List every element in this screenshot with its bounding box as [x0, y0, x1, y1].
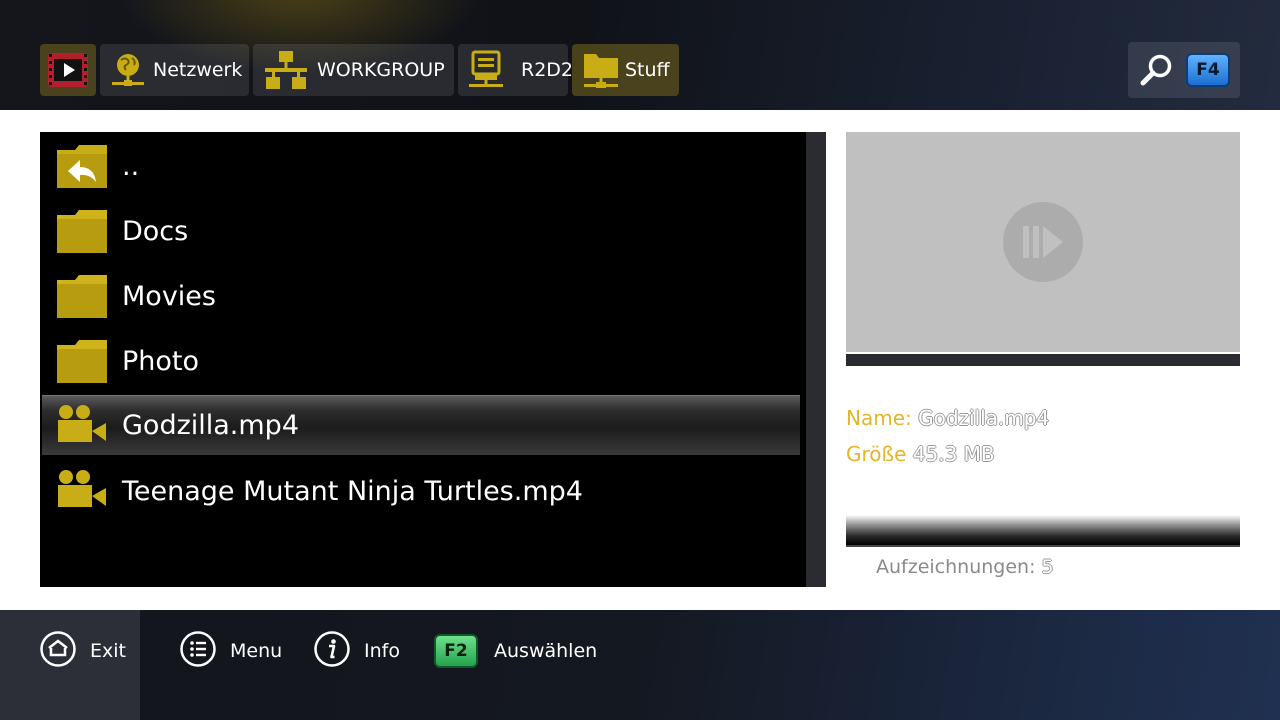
name-info: Name: Godzilla.mp4 [846, 406, 1049, 430]
search-icon [1140, 53, 1174, 91]
folder-icon [56, 274, 108, 318]
computer-icon [468, 50, 504, 90]
top-bar: Netzwerk WORKGROUP R2D2 Stuff F4 [0, 0, 1280, 110]
file-name: Godzilla.mp4 [122, 410, 300, 441]
video-camera-icon [56, 469, 108, 513]
f2-key-badge: F2 [434, 634, 478, 668]
file-name: Photo [122, 345, 200, 377]
breadcrumb-stuff[interactable]: Stuff [572, 44, 679, 96]
info-icon [314, 630, 350, 672]
select-button[interactable]: F2 Auswählen [434, 633, 597, 669]
exit-item: Exit [40, 630, 126, 672]
file-name: Teenage Mutant Ninja Turtles.mp4 [122, 475, 583, 507]
menu-list-icon [180, 630, 216, 672]
folder-icon [56, 209, 108, 253]
breadcrumb-label: Stuff [625, 59, 670, 81]
exit-label: Exit [90, 640, 126, 662]
exit-button[interactable]: Exit [0, 610, 140, 720]
list-item-photo[interactable]: Photo [42, 331, 800, 391]
shared-folder-icon [582, 50, 620, 90]
globe-network-icon [108, 50, 148, 90]
menu-button[interactable]: Menu [180, 630, 283, 672]
menu-label: Menu [230, 640, 283, 662]
size-value: 45.3 MB [912, 442, 995, 466]
film-play-icon [47, 52, 89, 88]
info-button[interactable]: Info [314, 630, 400, 672]
recordings-divider [846, 515, 1240, 547]
size-label: Größe [846, 442, 907, 466]
breadcrumb-r2d2[interactable]: R2D2 [458, 44, 573, 96]
breadcrumb-workgroup[interactable]: WORKGROUP [253, 44, 454, 96]
breadcrumb-netzwerk[interactable]: Netzwerk [100, 44, 249, 96]
recordings-label: Aufzeichnungen: [876, 556, 1036, 578]
size-info: Größe 45.3 MB [846, 442, 995, 466]
preview-progress-bar [846, 354, 1240, 366]
list-item-godzilla[interactable]: Godzilla.mp4 [42, 395, 800, 455]
list-item-docs[interactable]: Docs [42, 201, 800, 261]
list-item-movies[interactable]: Movies [42, 266, 800, 326]
bottom-bar: Exit Menu Info F2 Auswählen [0, 610, 1280, 720]
breadcrumb-label: Netzwerk [153, 59, 243, 81]
name-value: Godzilla.mp4 [918, 406, 1050, 430]
video-preview [846, 132, 1240, 352]
list-scrollbar[interactable] [806, 132, 826, 587]
video-camera-icon [56, 404, 108, 448]
recordings-value: 5 [1041, 556, 1054, 578]
breadcrumb-label: R2D2 [521, 59, 574, 81]
file-name: Movies [122, 280, 216, 312]
play-pause-icon [1003, 202, 1083, 282]
folder-back-icon [56, 144, 108, 188]
info-label: Info [364, 640, 400, 662]
file-list: .. Docs Movies Photo Godzilla.mp4 Teenag… [40, 132, 806, 587]
folder-icon [56, 339, 108, 383]
network-topology-icon [263, 50, 309, 90]
breadcrumb-home[interactable] [40, 44, 96, 96]
name-label: Name: [846, 406, 912, 430]
recordings-info: Aufzeichnungen: 5 [876, 556, 1054, 578]
file-name: Docs [122, 215, 189, 247]
file-name: .. [122, 150, 140, 182]
list-item-tmnt[interactable]: Teenage Mutant Ninja Turtles.mp4 [42, 461, 800, 521]
f4-key-badge[interactable]: F4 [1186, 53, 1230, 87]
home-icon [40, 630, 76, 672]
breadcrumb-label: WORKGROUP [317, 59, 445, 81]
list-item-parent[interactable]: .. [42, 136, 800, 196]
select-label: Auswählen [494, 640, 598, 662]
